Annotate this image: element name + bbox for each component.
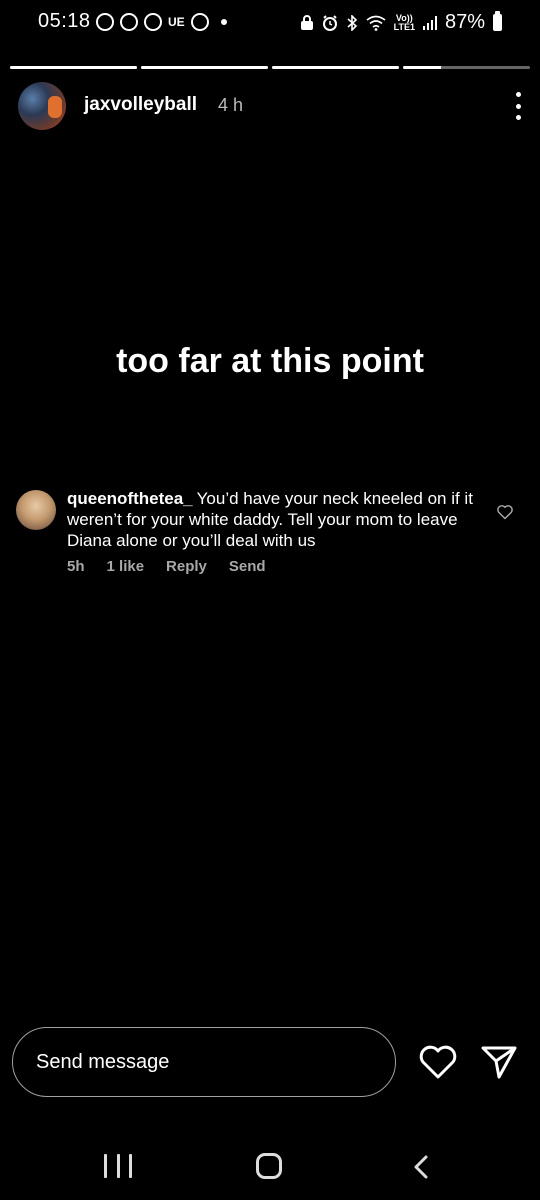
- message-input-placeholder: Send message: [36, 1051, 170, 1073]
- story-text: too far at this point: [116, 342, 424, 380]
- story-header: jaxvolleyball 4 h: [18, 82, 522, 132]
- circle-app-icon: [120, 13, 138, 31]
- story-progress-segment: [272, 66, 399, 69]
- whatsapp-icon: [96, 13, 114, 31]
- story-progress: [10, 66, 530, 69]
- comment-body: queenofthetea_ You’d have your neck kneel…: [67, 488, 487, 551]
- bluetooth-icon: [347, 14, 357, 31]
- volte-icon: Vo)) LTE1: [393, 12, 415, 32]
- comment-reply-button[interactable]: Reply: [166, 558, 207, 575]
- story-progress-segment: [10, 66, 137, 69]
- system-nav-bar: [0, 1130, 540, 1200]
- recents-icon[interactable]: [104, 1154, 132, 1178]
- alarm-lock-icon: [300, 14, 313, 30]
- comment-like-heart-icon[interactable]: [496, 504, 514, 520]
- like-heart-icon[interactable]: [418, 1044, 458, 1080]
- wifi-icon: [366, 15, 386, 31]
- home-icon[interactable]: [256, 1153, 282, 1179]
- story-progress-segment: [403, 66, 530, 69]
- avatar[interactable]: [18, 82, 66, 130]
- comment-meta: 5h 1 like Reply Send: [67, 558, 266, 575]
- ue-icon: UE: [168, 15, 185, 29]
- comment-avatar[interactable]: [16, 490, 56, 530]
- comment-send-button[interactable]: Send: [229, 558, 266, 575]
- more-notifications-dot-icon: [220, 19, 227, 25]
- comment-likes[interactable]: 1 like: [107, 558, 145, 575]
- battery-icon: [493, 11, 502, 31]
- message-input[interactable]: Send message: [12, 1027, 396, 1097]
- notification-icons: UE: [96, 13, 227, 31]
- battery-percent: 87%: [444, 11, 485, 33]
- news-icon: [190, 13, 209, 31]
- status-bar: 05:18 UE Vo)) LTE1 87%: [0, 0, 540, 46]
- signal-icon: [422, 15, 437, 30]
- send-paper-plane-icon[interactable]: [480, 1044, 518, 1080]
- comment-time: 5h: [67, 558, 85, 575]
- more-options-icon[interactable]: [514, 92, 522, 120]
- comment-username[interactable]: queenofthetea_: [67, 489, 193, 508]
- story-progress-segment: [141, 66, 268, 69]
- story-username[interactable]: jaxvolleyball: [84, 94, 197, 116]
- system-icons: Vo)) LTE1 87%: [300, 11, 502, 34]
- status-time: 05:18: [38, 10, 91, 32]
- alarm-clock-icon: [322, 14, 337, 31]
- story-time-ago: 4 h: [218, 95, 244, 115]
- pinterest-icon: [144, 13, 162, 31]
- back-chevron-icon[interactable]: [410, 1154, 434, 1180]
